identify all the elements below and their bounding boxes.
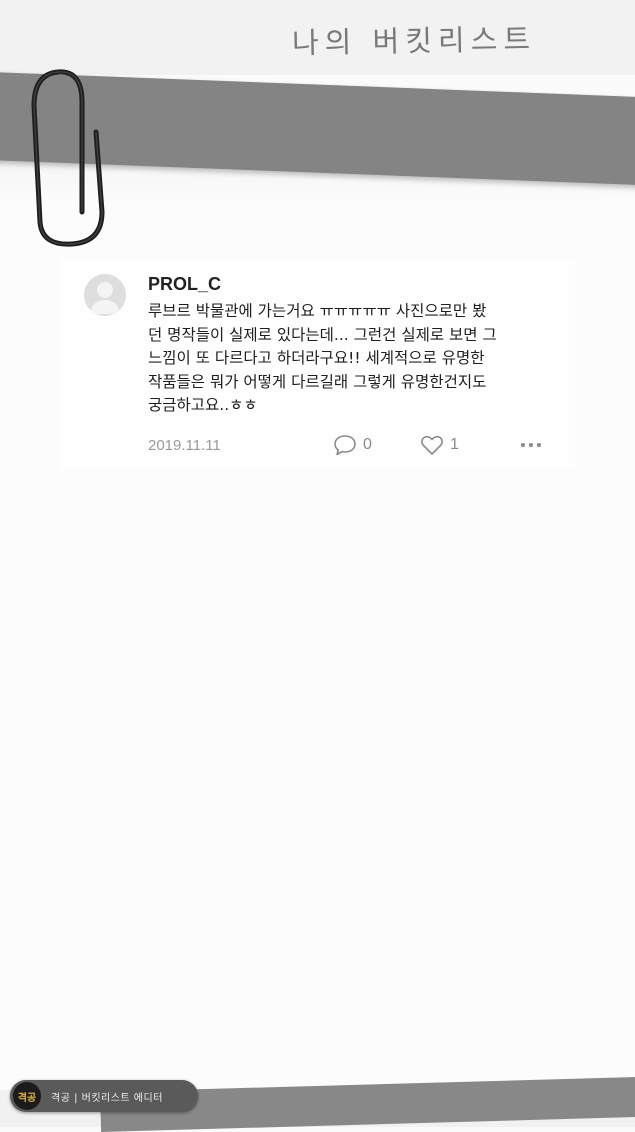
like-button[interactable]: 1 <box>420 434 459 456</box>
post-line: 궁금하고요..ㅎㅎ <box>148 396 258 414</box>
heart-icon <box>421 435 443 455</box>
comment-button[interactable]: 0 <box>333 434 372 456</box>
footer-badge: 격공 격공 | 버킷리스트 에디터 <box>10 1080 198 1112</box>
post-line: 던 명작들이 실제로 있다는데... 그런건 실제로 보면 그 <box>148 325 497 344</box>
comment-bubble-icon <box>334 435 356 456</box>
page-title: 나의 버킷리스트 <box>291 21 537 61</box>
badge-logo: 격공 <box>13 1082 41 1110</box>
paperclip-icon <box>31 69 105 247</box>
like-count: 1 <box>450 436 459 453</box>
badge-text: 격공 | 버킷리스트 에디터 <box>51 1092 163 1104</box>
user-silhouette-icon <box>90 282 120 314</box>
post-line: 느낌이 또 다르다고 하더라구요!! 세계적으로 유명한 <box>148 349 485 367</box>
post-username[interactable]: PROL_C <box>148 274 221 295</box>
post-line: 작품들은 뭐가 어떻게 다르길래 그렇게 유명한건지도 <box>148 372 487 391</box>
avatar[interactable] <box>84 274 126 316</box>
post-date: 2019.11.11 <box>148 437 221 454</box>
post-body: 루브르 박물관에 가는거요 ㅠㅠㅠㅠㅠ 사진으로만 봤 던 명작들이 실제로 있… <box>148 300 558 418</box>
comment-count: 0 <box>363 436 372 453</box>
post-line: 루브르 박물관에 가는거요 ㅠㅠㅠㅠㅠ 사진으로만 봤 <box>148 302 487 320</box>
more-dots-icon[interactable] <box>520 438 542 452</box>
